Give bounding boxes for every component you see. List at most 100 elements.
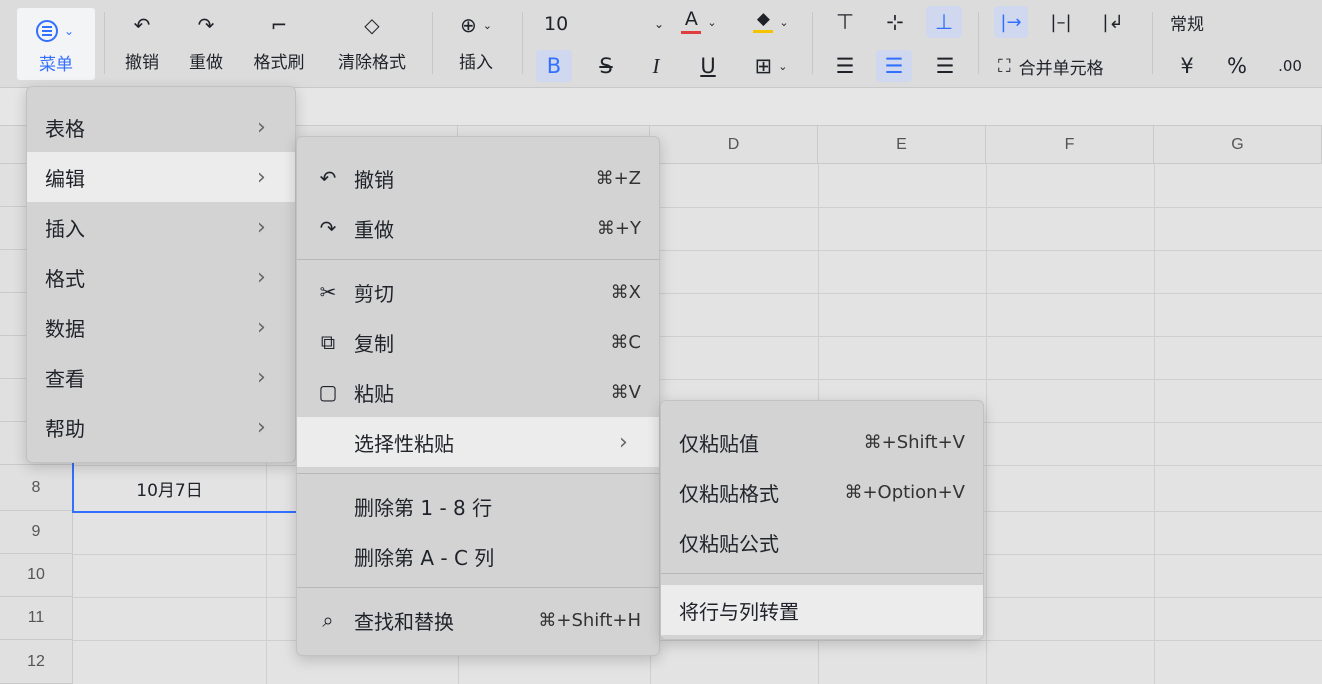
column-header-f[interactable]: F (986, 126, 1154, 164)
align-right-icon: ☰ (935, 54, 955, 78)
align-left-button[interactable]: ☰ (828, 50, 862, 82)
column-header-d[interactable]: D (650, 126, 818, 164)
menu-item-paste-formula-only[interactable]: 仅粘贴公式 (661, 517, 983, 567)
menu-item-paste-values-only[interactable]: 仅粘贴值 ⌘+Shift+V (661, 417, 983, 467)
menu-item-format[interactable]: 格式 › (27, 252, 295, 302)
align-left-icon: ☰ (835, 54, 855, 78)
menu-item-view[interactable]: 查看 › (27, 352, 295, 402)
chevron-right-icon: › (257, 164, 266, 190)
menu-item-label: 格式 (45, 266, 85, 291)
menu-item-copy[interactable]: ⧉ 复制 ⌘C (297, 317, 659, 367)
font-color-icon: A (681, 10, 702, 34)
row-header-9[interactable]: 9 (0, 511, 73, 554)
menu-item-delete-columns[interactable]: 删除第 A - C 列 (297, 531, 659, 581)
menu-item-paste[interactable]: ▢ 粘贴 ⌘V (297, 367, 659, 417)
align-middle-icon: ⊹ (886, 10, 904, 34)
eraser-icon: ◇ (364, 13, 380, 37)
align-middle-button[interactable]: ⊹ (878, 6, 912, 38)
toolbar-divider (432, 12, 433, 74)
format-painter-button[interactable]: ⌐ 格式刷 (250, 10, 308, 73)
menu-item-data[interactable]: 数据 › (27, 302, 295, 352)
row-header-11[interactable]: 11 (0, 597, 73, 640)
decimal-icon: .00 (1278, 57, 1302, 75)
toolbar-divider (522, 12, 523, 74)
column-label: D (727, 135, 740, 153)
undo-icon: ↶ (133, 13, 151, 37)
row-header-12[interactable]: 12 (0, 640, 73, 684)
clear-format-button[interactable]: ◇ 清除格式 (333, 10, 411, 73)
grid-line (986, 164, 987, 684)
menu-item-table[interactable]: 表格 › (27, 102, 295, 152)
shortcut-label: ⌘C (610, 331, 641, 353)
italic-button[interactable]: I (640, 50, 672, 82)
bold-icon: B (546, 54, 562, 78)
row-label: 8 (31, 478, 41, 496)
clip-button[interactable]: |–| (1044, 6, 1078, 38)
fill-color-button[interactable]: ◆ ⌄ (746, 6, 796, 38)
font-color-button[interactable]: A ⌄ (676, 6, 722, 38)
align-bottom-button[interactable]: ⊥ (926, 6, 962, 38)
column-header-e[interactable]: E (818, 126, 986, 164)
wrap-button[interactable]: |↲ (1096, 6, 1130, 38)
menu-item-insert[interactable]: 插入 › (27, 202, 295, 252)
merge-cells-label: 合并单元格 (1018, 58, 1104, 79)
align-right-button[interactable]: ☰ (928, 50, 962, 82)
font-size-value: 10 (544, 13, 569, 35)
decimal-button[interactable]: .00 (1272, 50, 1308, 82)
toolbar-divider (978, 12, 979, 74)
menu-item-transpose[interactable]: 将行与列转置 (661, 585, 983, 635)
row-header-10[interactable]: 10 (0, 554, 73, 597)
menu-item-paste-special[interactable]: 选择性粘贴 › (297, 417, 659, 467)
merge-cells-button[interactable]: ⛶ 合并单元格 (998, 50, 1136, 82)
clip-icon: |–| (1050, 11, 1072, 33)
percent-button[interactable]: % (1222, 50, 1252, 82)
overflow-button[interactable]: |→ (994, 6, 1028, 38)
menu-item-help[interactable]: 帮助 › (27, 402, 295, 452)
grid-line (1154, 164, 1155, 684)
align-top-button[interactable]: ⊤ (828, 6, 862, 38)
menu-divider (297, 473, 659, 474)
chevron-down-icon: ⌄ (653, 17, 664, 31)
column-label: E (896, 135, 907, 153)
border-grid-icon: ⊞ (754, 54, 773, 78)
align-center-button[interactable]: ☰ (876, 50, 912, 82)
bold-button[interactable]: B (536, 50, 572, 82)
menu-item-redo[interactable]: ↷ 重做 ⌘+Y (297, 203, 659, 253)
menu-item-find-replace[interactable]: ⌕ 查找和替换 ⌘+Shift+H (297, 595, 659, 645)
menu-item-delete-rows[interactable]: 删除第 1 - 8 行 (297, 481, 659, 531)
undo-button[interactable]: ↶ 撤销 (122, 10, 162, 73)
font-size-select[interactable]: 10 ⌄ (544, 8, 664, 40)
currency-button[interactable]: ¥ (1172, 50, 1202, 82)
menu-item-paste-format-only[interactable]: 仅粘贴格式 ⌘+Option+V (661, 467, 983, 517)
number-format-select[interactable]: 常规 (1170, 6, 1220, 38)
menu-item-label: 撤销 (354, 167, 394, 192)
scissors-icon: ✂ (319, 280, 337, 304)
insert-button[interactable]: ⊕ ⌄ 插入 (452, 10, 500, 73)
strikethrough-button[interactable]: S (590, 50, 622, 82)
toolbar-divider (104, 12, 105, 74)
underline-button[interactable]: U (692, 50, 724, 82)
menu-item-edit[interactable]: 编辑 › (27, 152, 295, 202)
menu-button[interactable]: ⌄ 菜单 (17, 8, 95, 80)
cell-b8[interactable]: 10月7日 (73, 465, 266, 511)
row-label: 9 (31, 523, 41, 540)
edit-submenu: ↶ 撤销 ⌘+Z ↷ 重做 ⌘+Y ✂ 剪切 ⌘X ⧉ 复制 ⌘C ▢ 粘贴 ⌘… (296, 136, 660, 656)
clear-format-label: 清除格式 (338, 53, 406, 73)
menu-item-label: 插入 (45, 216, 85, 241)
menu-item-label: 仅粘贴格式 (679, 481, 779, 506)
chevron-right-icon: › (257, 364, 266, 390)
underline-icon: U (700, 54, 716, 78)
column-header-g[interactable]: G (1154, 126, 1322, 164)
menu-item-undo[interactable]: ↶ 撤销 ⌘+Z (297, 153, 659, 203)
menu-icon: ⌄ (29, 16, 81, 46)
row-header-8[interactable]: 8 (0, 465, 73, 511)
border-button[interactable]: ⊞ ⌄ (744, 50, 798, 82)
menu-item-cut[interactable]: ✂ 剪切 ⌘X (297, 267, 659, 317)
chevron-right-icon: › (257, 264, 266, 290)
menu-button-label: 菜单 (39, 55, 73, 75)
plus-circle-icon: ⊕ ⌄ (460, 13, 492, 37)
redo-button[interactable]: ↷ 重做 (186, 10, 226, 73)
fill-color-icon: ◆ (753, 11, 774, 33)
menu-item-label: 将行与列转置 (679, 599, 799, 624)
menu-item-label: 表格 (45, 116, 85, 141)
